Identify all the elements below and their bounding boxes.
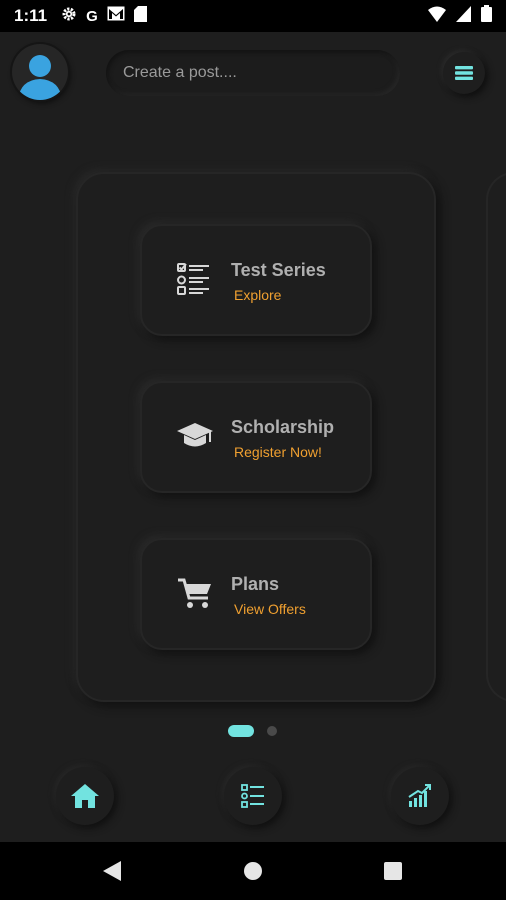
google-icon: G [86, 7, 98, 25]
wifi-icon [428, 6, 446, 27]
battery-icon [481, 5, 492, 27]
top-bar [0, 32, 506, 112]
page-indicator [228, 725, 277, 737]
chart-icon[interactable] [391, 767, 449, 825]
checklist-icon [175, 259, 215, 299]
card-title: Test Series [231, 260, 326, 280]
home-icon[interactable] [56, 767, 114, 825]
sd-card-icon [133, 5, 147, 27]
back-icon[interactable] [103, 861, 121, 886]
card-title: Plans [231, 574, 280, 594]
feature-card-panel: Test Series Explore Scholarship Register… [76, 172, 436, 702]
system-navigation-bar [0, 842, 506, 900]
status-bar: 1:11 G [0, 0, 506, 32]
cart-icon [175, 573, 215, 613]
settings-icon [61, 6, 77, 27]
graduation-cap-icon [175, 416, 215, 456]
next-card-peek[interactable] [486, 172, 506, 702]
create-post-input[interactable] [106, 50, 400, 96]
scholarship-card[interactable]: Scholarship Register Now! [140, 381, 372, 493]
hamburger-menu-icon[interactable] [443, 52, 485, 94]
card-subtitle[interactable]: Register Now! [234, 444, 322, 460]
test-series-card[interactable]: Test Series Explore [140, 224, 372, 336]
card-title: Scholarship [231, 417, 335, 437]
list-icon[interactable] [224, 767, 282, 825]
page-dot[interactable] [267, 726, 277, 736]
gmail-icon [107, 6, 125, 26]
home-circle-icon[interactable] [244, 862, 262, 885]
card-subtitle[interactable]: Explore [234, 287, 281, 303]
plans-card[interactable]: Plans View Offers [140, 538, 372, 650]
card-subtitle[interactable]: View Offers [234, 601, 306, 617]
status-time: 1:11 [14, 6, 48, 25]
page-dot-active[interactable] [228, 725, 254, 737]
user-avatar-icon[interactable] [12, 44, 68, 100]
signal-icon [456, 5, 471, 27]
recents-icon[interactable] [384, 862, 402, 885]
